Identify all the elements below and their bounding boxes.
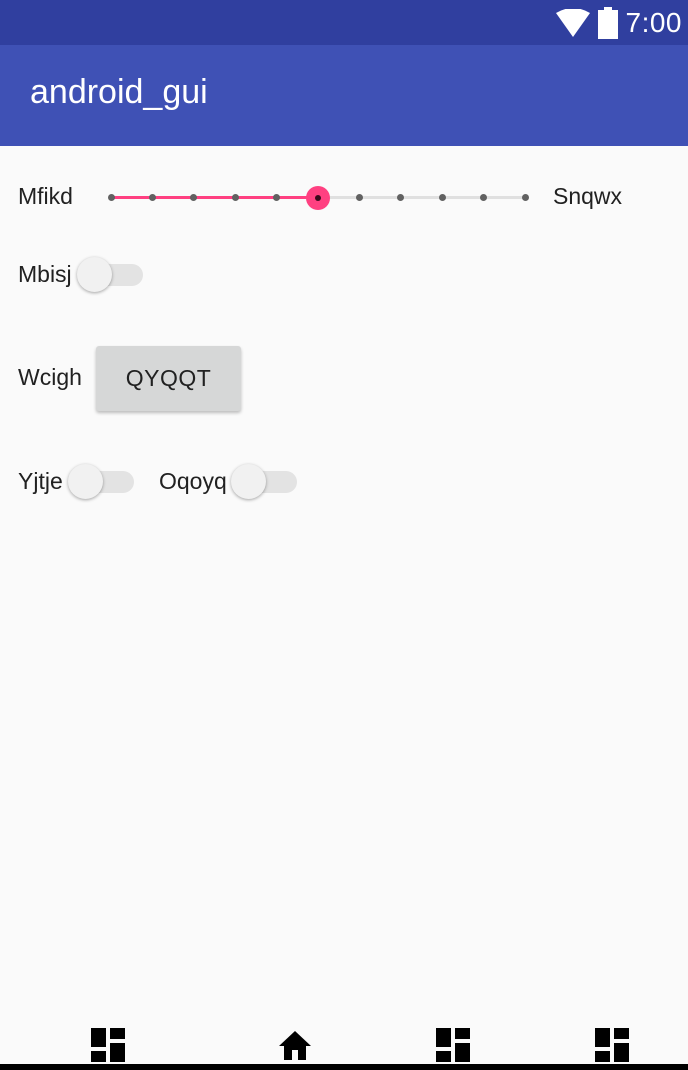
status-bar: 7:00 [0,0,688,45]
seekbar-tick [231,194,239,201]
seekbar-tick [397,194,405,201]
switch-yjtje-label: Yjtje [18,468,63,494]
app-title: android_gui [30,73,208,111]
switch-thumb [77,257,112,292]
switch-mbisj-label: Mbisj [18,261,72,287]
switch-thumb [68,464,103,499]
dashboard-icon[interactable] [595,1028,629,1062]
wifi-icon [555,8,590,37]
seekbar-tick [521,194,529,201]
seekbar-tick [273,194,281,201]
seekbar-tick [438,194,446,201]
seekbar-tick [355,194,363,201]
status-icons: 7:00 [555,0,683,45]
dashboard-icon[interactable] [436,1028,470,1062]
bottom-edge [0,1064,688,1070]
seekbar-tick [107,194,115,201]
dashboard-icon[interactable] [91,1028,125,1062]
seekbar-tick [148,194,156,201]
seekbar-thumb[interactable] [306,186,330,210]
seekbar-thumb-dot [315,195,321,201]
bottom-navigation [0,1020,688,1070]
status-time: 7:00 [625,6,682,38]
qyqqt-button[interactable]: QYQQT [96,346,241,411]
button-row-label: Wcigh [18,364,82,390]
switch-mbisj[interactable] [77,257,143,293]
home-icon[interactable] [278,1028,312,1062]
seekbar-progress [111,196,318,199]
switch-yjtje[interactable] [68,464,134,500]
seekbar-tick [480,194,488,201]
switch-oqoyq-label: Oqoyq [159,468,227,494]
switch-oqoyq[interactable] [231,464,297,500]
seekbar-right-label: Snqwx [553,183,623,209]
seekbar-left-label: Mfikd [18,183,73,209]
battery-icon [597,6,618,39]
seekbar-tick [190,194,198,201]
app-bar: android_gui [0,45,688,146]
switch-thumb [231,464,266,499]
